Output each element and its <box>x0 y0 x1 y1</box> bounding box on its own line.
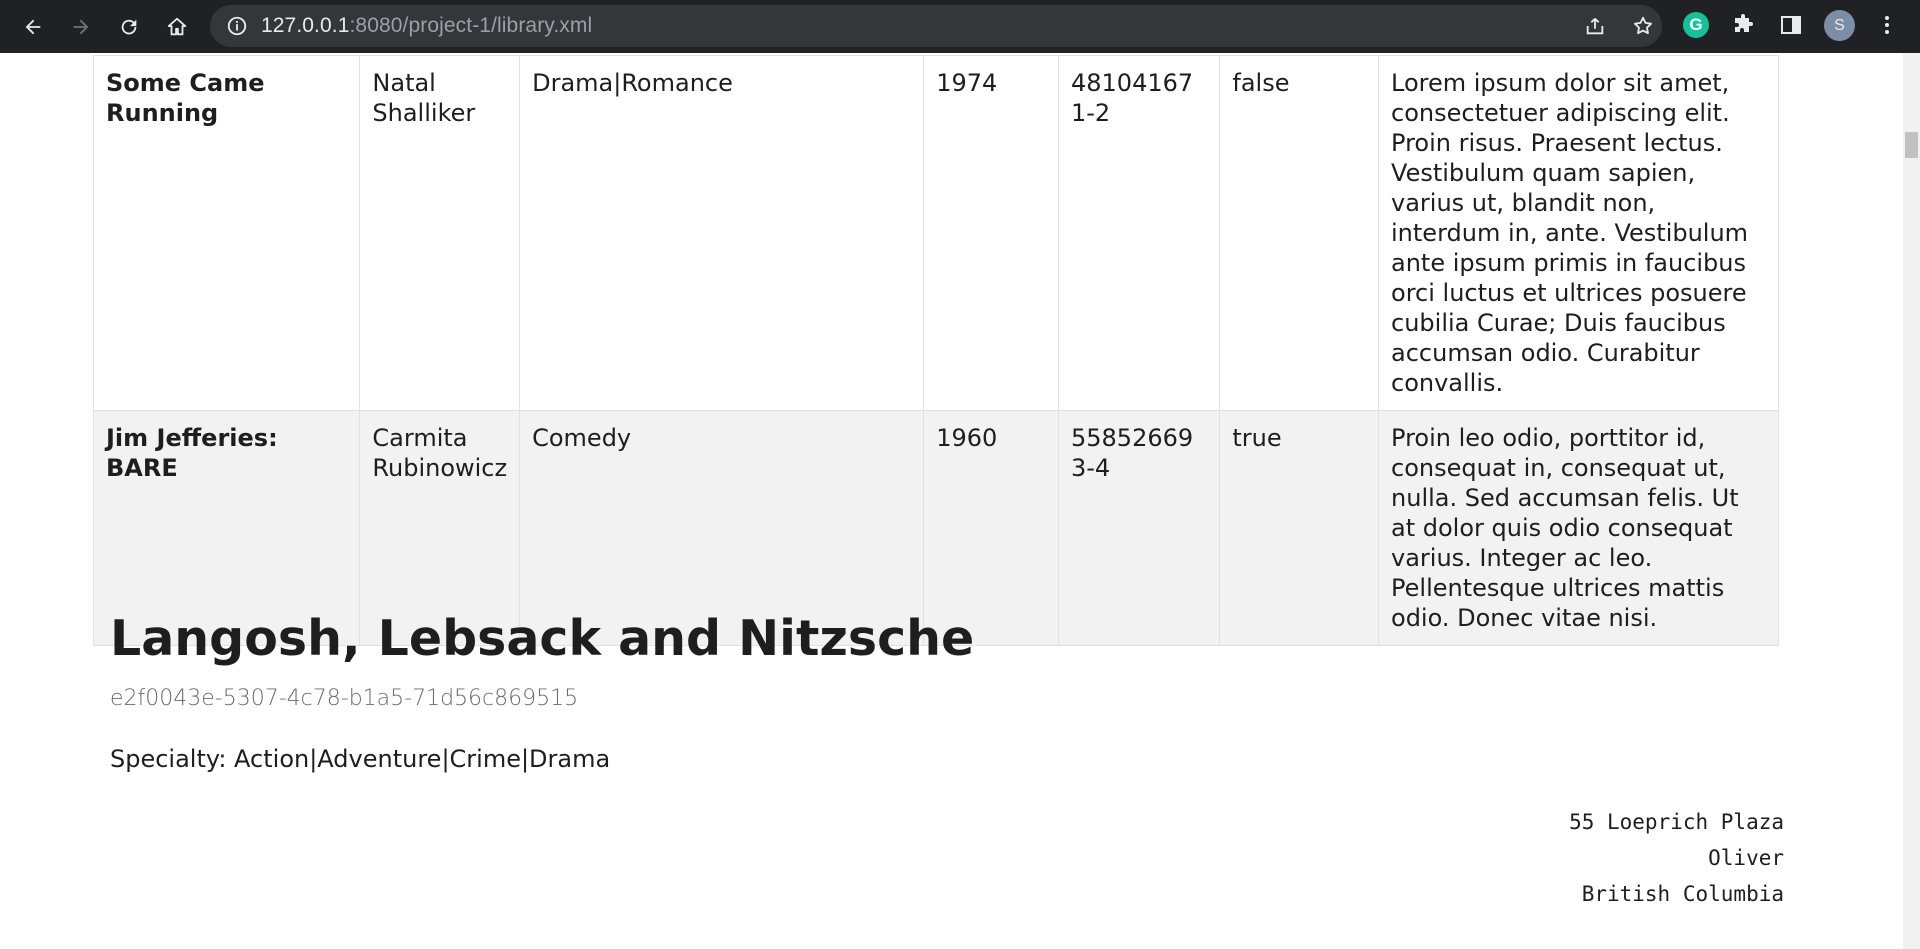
url-path: :8080/project-1/library.xml <box>349 14 593 37</box>
film-director: Natal Shalliker <box>359 55 521 411</box>
extensions-puzzle-icon[interactable] <box>1730 12 1756 38</box>
arrow-right-icon <box>73 19 89 35</box>
address-line: Oliver <box>1708 846 1784 870</box>
back-button[interactable] <box>16 10 50 44</box>
address-bar[interactable]: 127.0.0.1:8080/project-1/library.xml <box>210 5 1662 47</box>
bookmark-star-icon[interactable] <box>1632 15 1654 37</box>
url-text[interactable]: 127.0.0.1:8080/project-1/library.xml <box>261 5 592 47</box>
film-year: 1974 <box>923 55 1059 411</box>
arrow-left-icon <box>25 19 41 35</box>
browser-toolbar: 127.0.0.1:8080/project-1/library.xml G S <box>0 0 1920 53</box>
vertical-scrollbar[interactable] <box>1903 53 1920 949</box>
film-genres: Drama|Romance <box>519 55 925 411</box>
film-description: Proin leo odio, porttitor id, consequat … <box>1378 410 1779 646</box>
url-host: 127.0.0.1 <box>261 14 350 37</box>
address-line: 55 Loeprich Plaza <box>1569 810 1784 834</box>
address-line: British Columbia <box>1581 882 1784 906</box>
more-menu-icon[interactable] <box>1874 12 1900 38</box>
films-table: Some Came Running Natal Shalliker Drama|… <box>92 55 1779 646</box>
side-panel-icon[interactable] <box>1778 12 1804 38</box>
library-id: e2f0043e-5307-4c78-b1a5-71d56c869515 <box>110 686 579 711</box>
forward-button[interactable] <box>64 10 98 44</box>
library-name: Langosh, Lebsack and Nitzsche <box>110 610 975 667</box>
library-address: 55 Loeprich Plaza Oliver British Columbia <box>1569 804 1784 912</box>
reload-icon <box>121 19 137 35</box>
film-isbn: 558526693-4 <box>1057 410 1221 646</box>
film-available: false <box>1219 55 1380 411</box>
film-isbn: 481041671-2 <box>1057 55 1221 411</box>
home-button[interactable] <box>160 10 194 44</box>
film-available: true <box>1219 410 1380 646</box>
profile-avatar[interactable]: S <box>1824 10 1855 41</box>
film-description: Lorem ipsum dolor sit amet, consectetuer… <box>1378 55 1779 411</box>
info-icon[interactable] <box>226 15 248 37</box>
scrollbar-thumb[interactable] <box>1905 132 1918 158</box>
reload-button[interactable] <box>112 10 146 44</box>
home-icon <box>167 17 187 36</box>
share-icon[interactable] <box>1584 15 1606 37</box>
film-title: Some Came Running <box>92 55 361 411</box>
grammarly-extension-icon[interactable]: G <box>1683 12 1709 38</box>
table-row: Some Came Running Natal Shalliker Drama|… <box>92 55 1779 411</box>
library-specialty: Specialty: Action|Adventure|Crime|Drama <box>110 745 611 773</box>
